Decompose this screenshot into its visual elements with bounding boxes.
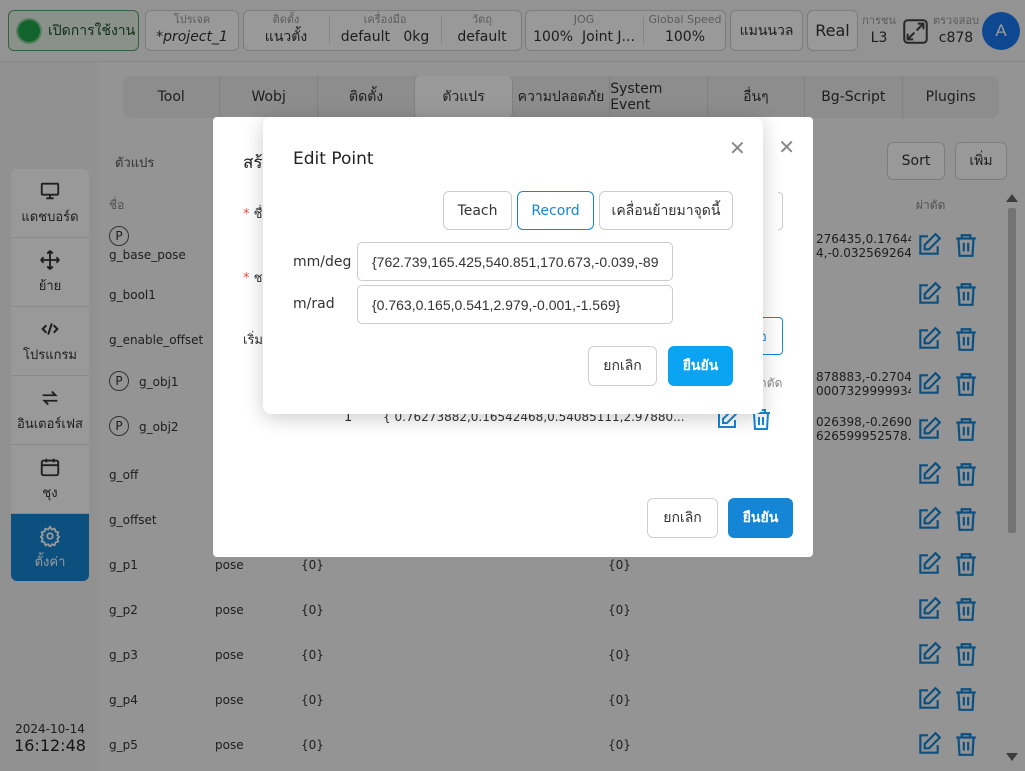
confirm-button[interactable]: ยืนยัน [668,346,733,386]
close-icon[interactable]: ✕ [778,135,795,159]
name-label: * ชื่ [243,207,263,222]
close-icon[interactable]: ✕ [729,136,746,160]
cancel-button[interactable]: ยกเลิก [647,498,718,538]
edit-point-dialog: Edit Point ✕ Teach Record เคลื่อนย้ายมาจ… [263,117,763,414]
cancel-button[interactable]: ยกเลิก [588,346,657,386]
teach-button[interactable]: Teach [443,191,512,230]
name-input[interactable] [778,192,783,230]
confirm-button[interactable]: ยืนยัน [728,498,793,538]
move-to-point-button[interactable]: เคลื่อนย้ายมาจุดนี้ [599,191,733,230]
type-label: * ช [243,271,263,286]
m-rad-input[interactable]: {0.763,0.165,0.541,2.979,-0.001,-1.569} [357,285,673,324]
record-button[interactable]: Record [517,191,594,230]
mm-deg-input[interactable]: {762.739,165.425,540.851,170.673,-0.039,… [357,242,673,281]
dialog-title: สร้ [243,153,263,173]
start-label: เริ่ม [243,333,263,348]
mm-deg-label: mm/deg [293,254,352,270]
m-rad-label: m/rad [293,296,335,312]
dialog-title: Edit Point [293,149,374,169]
